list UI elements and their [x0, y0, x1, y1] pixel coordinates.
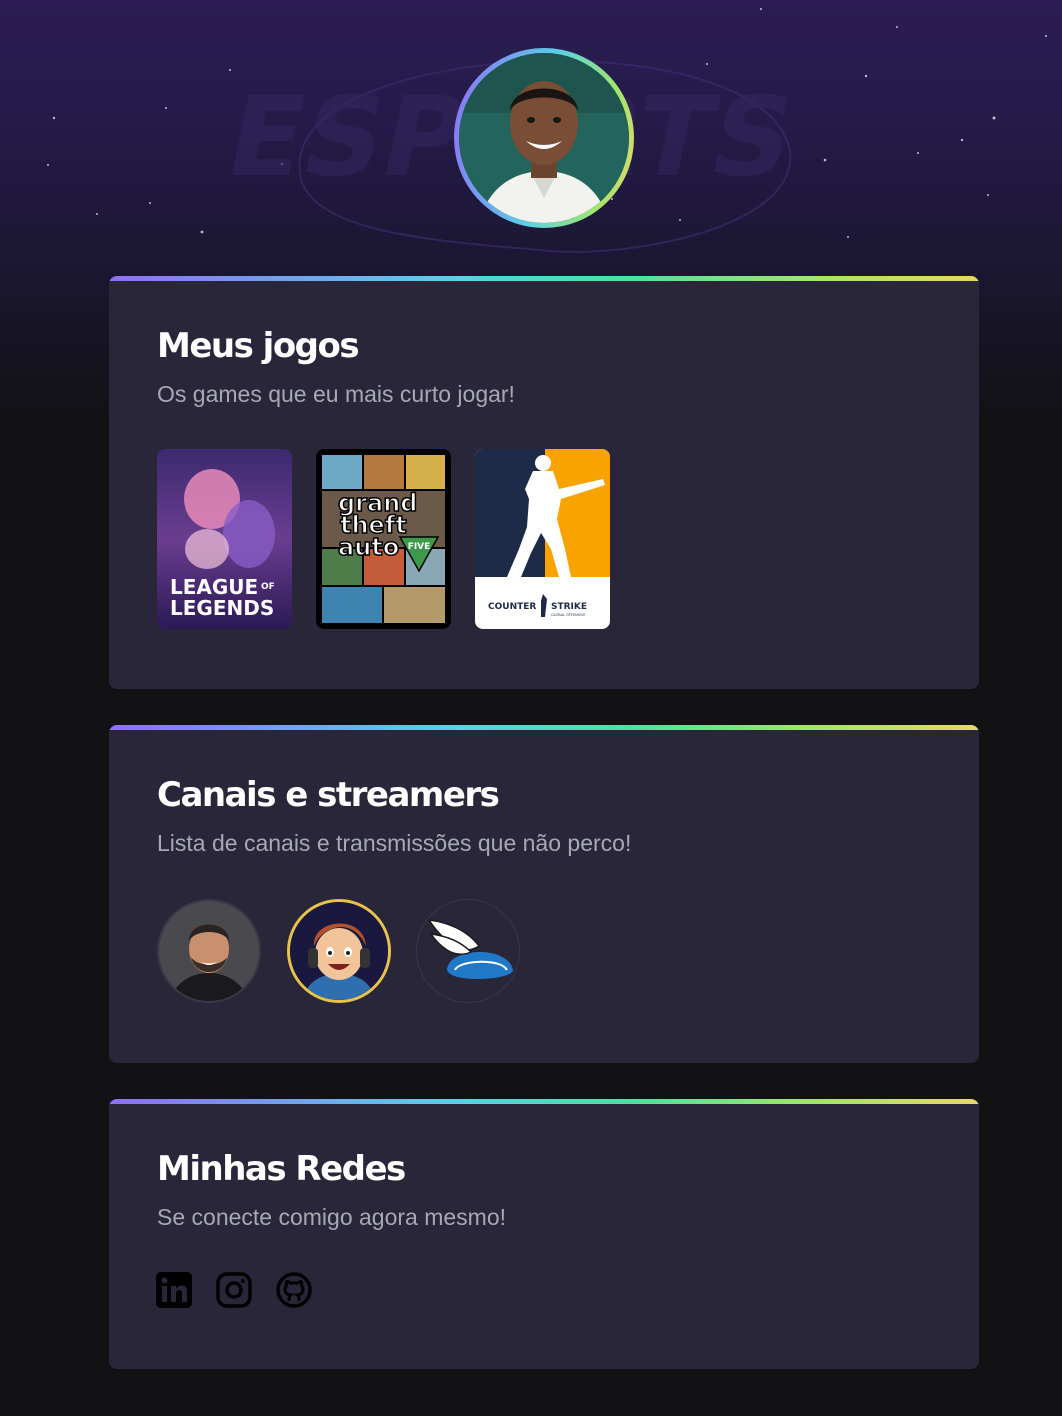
streamer-avatar-3[interactable] — [416, 899, 520, 1003]
streamer-avatar-2[interactable] — [287, 899, 391, 1003]
cs-logo-right: STRIKE — [551, 602, 587, 612]
games-subtitle: Os games que eu mais curto jogar! — [157, 381, 515, 407]
profile-avatar — [459, 53, 629, 223]
cs-logo-small: GLOBAL OFFENSIVE — [551, 613, 586, 617]
cs-logo-left: COUNTER — [488, 602, 536, 612]
gta-logo-five: FIVE — [408, 542, 431, 552]
game-counter-strike[interactable]: COUNTER STRIKE GLOBAL OFFENSIVE — [475, 449, 610, 629]
games-title: Meus jogos — [157, 326, 360, 366]
instagram-icon[interactable] — [215, 1271, 253, 1309]
streamers-subtitle: Lista de canais e transmissões que não p… — [157, 830, 632, 856]
github-icon[interactable] — [275, 1271, 313, 1309]
social-title: Minhas Redes — [157, 1149, 406, 1189]
lol-logo-of: OF — [261, 582, 275, 592]
streamers-title: Canais e streamers — [157, 775, 500, 815]
profile-avatar-ring — [454, 48, 634, 228]
social-subtitle: Se conecte comigo agora mesmo! — [157, 1204, 507, 1230]
gta-logo-line3: auto — [338, 533, 399, 561]
games-card: Meus jogos Os games que eu mais curto jo… — [109, 276, 979, 689]
streamer-avatar-1[interactable] — [157, 899, 261, 1003]
social-card: Minhas Redes Se conecte comigo agora mes… — [109, 1099, 979, 1369]
streamers-card: Canais e streamers Lista de canais e tra… — [109, 725, 979, 1063]
linkedin-icon[interactable] — [155, 1271, 193, 1309]
game-gta-v[interactable]: grand theft auto FIVE — [316, 449, 451, 629]
lol-logo-line2: LEGENDS — [170, 596, 274, 620]
game-league-of-legends[interactable]: LEAGUE OF LEGENDS — [157, 449, 292, 629]
